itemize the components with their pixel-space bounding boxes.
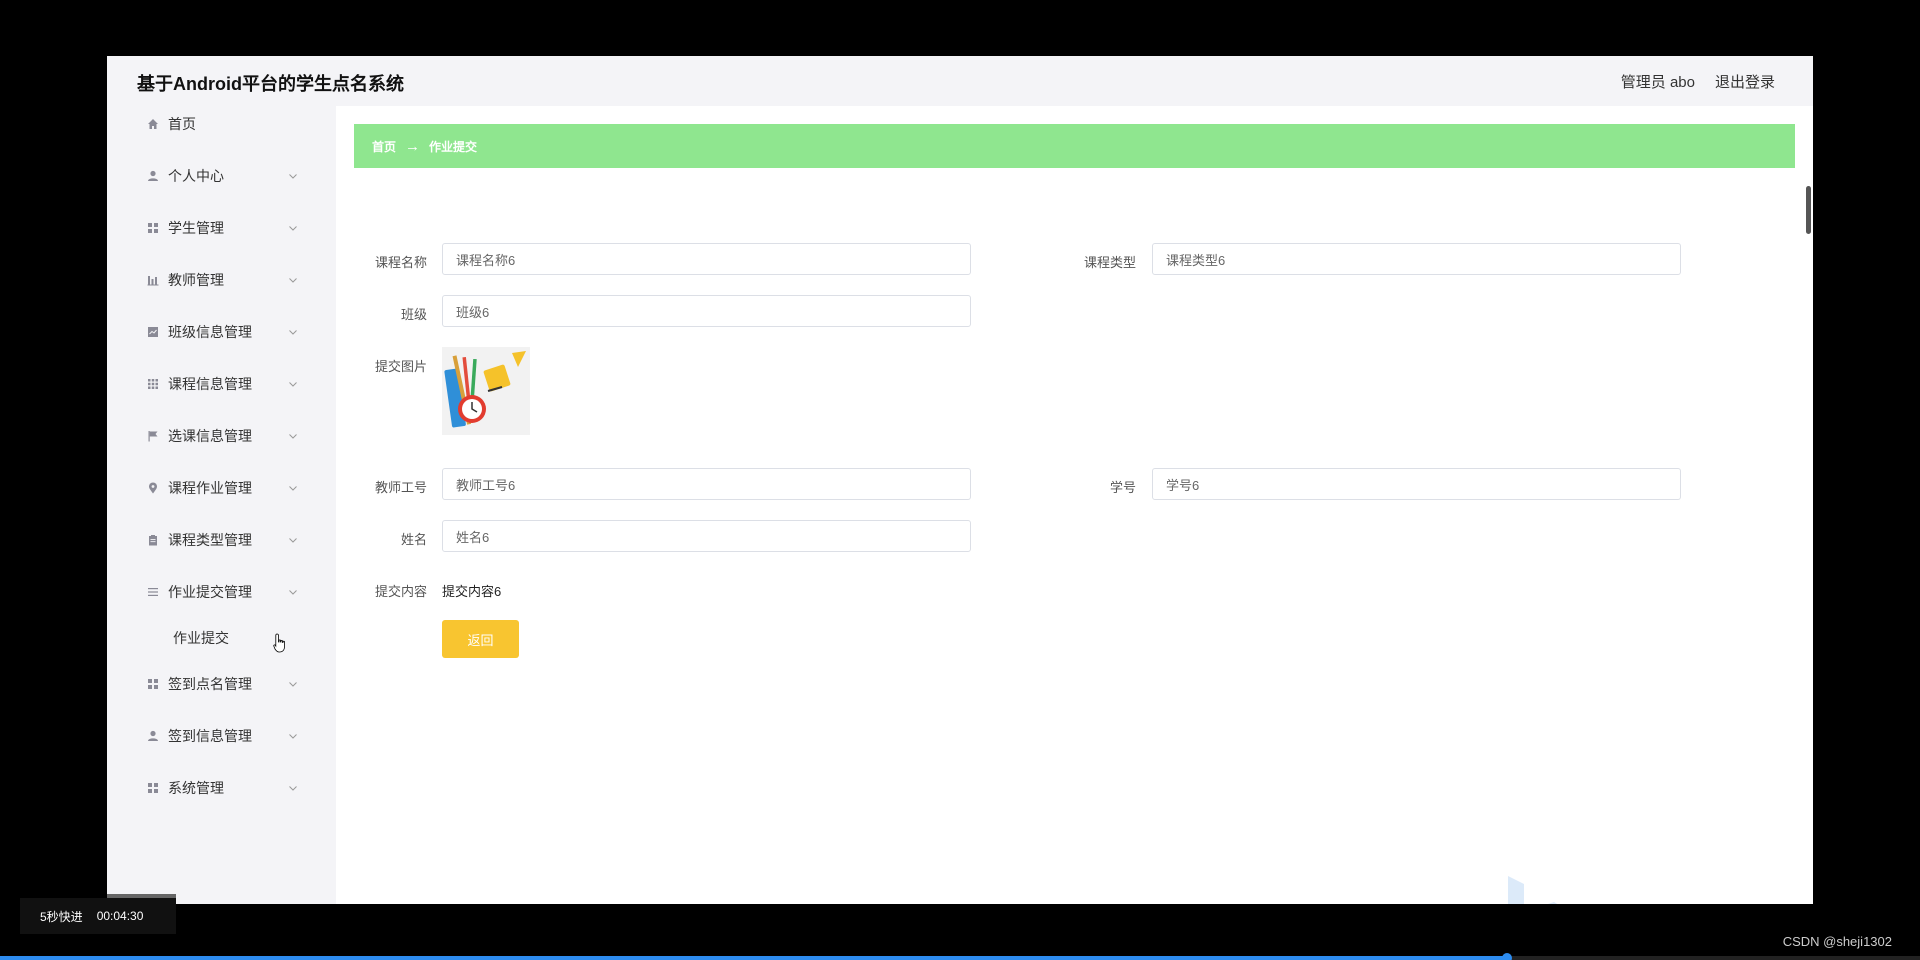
person-icon <box>146 729 160 743</box>
sidebar-item-class-info[interactable]: 班级信息管理 <box>107 314 336 350</box>
top-header: 基于Android平台的学生点名系统 管理员 abo 退出登录 <box>107 56 1813 106</box>
course-type-input[interactable]: 课程类型6 <box>1152 243 1681 275</box>
main-content: 首页 → 作业提交 课程名称 课程名称6 课程类型 课程类型6 班级 班级6 提… <box>336 106 1813 904</box>
teacher-id-input[interactable]: 教师工号6 <box>442 468 971 500</box>
video-progress-knob[interactable] <box>1502 953 1513 960</box>
sidebar-item-sign-in-rollcall[interactable]: 签到点名管理 <box>107 666 336 702</box>
chevron-down-icon <box>289 434 297 439</box>
chevron-down-icon <box>289 486 297 491</box>
submitted-image[interactable] <box>442 347 530 435</box>
sidebar-item-students[interactable]: 学生管理 <box>107 210 336 246</box>
sidebar-item-course-type[interactable]: 课程类型管理 <box>107 522 336 558</box>
user-label[interactable]: 管理员 abo <box>1621 71 1695 92</box>
logout-button[interactable]: 退出登录 <box>1715 71 1775 92</box>
grid-icon <box>146 677 160 691</box>
chevron-down-icon <box>289 174 297 179</box>
home-icon <box>146 117 160 131</box>
sidebar-item-course-selection[interactable]: 选课信息管理 <box>107 418 336 454</box>
sidebar-item-label: 班级信息管理 <box>168 324 252 340</box>
scrollbar-thumb[interactable] <box>1806 186 1811 234</box>
name-label: 姓名 <box>400 532 427 547</box>
grid-icon <box>146 221 160 235</box>
breadcrumb: 首页 → 作业提交 <box>354 124 1795 168</box>
sidebar: 首页 个人中心 学生管理 教师管理 班级信息管理 课程信息管理 选课信息管理 课… <box>107 106 336 904</box>
app-title: 基于Android平台的学生点名系统 <box>137 74 404 94</box>
sidebar-item-home[interactable]: 首页 <box>107 106 336 142</box>
chevron-down-icon <box>289 590 297 595</box>
sidebar-item-label: 签到点名管理 <box>168 676 252 692</box>
sidebar-item-label: 选课信息管理 <box>168 428 252 444</box>
sidebar-item-teachers[interactable]: 教师管理 <box>107 262 336 298</box>
name-input[interactable]: 姓名6 <box>442 520 971 552</box>
chevron-down-icon <box>289 382 297 387</box>
chevron-down-icon <box>289 682 297 687</box>
back-button[interactable]: 返回 <box>442 620 519 658</box>
clipboard-icon <box>146 533 160 547</box>
person-icon <box>146 169 160 183</box>
sidebar-item-label: 学生管理 <box>168 220 224 236</box>
submenu-item-label: 作业提交 <box>173 630 229 646</box>
class-label: 班级 <box>400 307 427 322</box>
fast-forward-label[interactable]: 5秒快进 <box>40 908 83 925</box>
teacher-id-label: 教师工号 <box>374 480 427 495</box>
breadcrumb-arrow: → <box>405 137 421 155</box>
flag-icon <box>146 429 160 443</box>
video-progress-bar[interactable] <box>0 953 1920 960</box>
chevron-down-icon <box>289 734 297 739</box>
breadcrumb-home[interactable]: 首页 <box>372 138 396 155</box>
content-value: 提交内容6 <box>442 584 502 599</box>
watermark-logo-icon <box>1508 876 1558 904</box>
chart-icon <box>146 325 160 339</box>
sidebar-item-homework-submission[interactable]: 作业提交管理 <box>107 574 336 610</box>
sidebar-item-sign-in-info[interactable]: 签到信息管理 <box>107 718 336 754</box>
grid-icon <box>146 781 160 795</box>
mouse-cursor-icon <box>273 633 285 653</box>
sidebar-item-label: 签到信息管理 <box>168 728 252 744</box>
video-progress-fill <box>0 956 1508 960</box>
content-label: 提交内容 <box>374 584 427 599</box>
sidebar-item-label: 系统管理 <box>168 780 224 796</box>
location-icon <box>146 481 160 495</box>
sidebar-item-course-info[interactable]: 课程信息管理 <box>107 366 336 402</box>
sidebar-item-label: 课程类型管理 <box>168 532 252 548</box>
video-time: 00:04:30 <box>96 909 144 923</box>
chevron-down-icon <box>289 278 297 283</box>
chevron-down-icon <box>289 226 297 231</box>
sidebar-item-label: 课程作业管理 <box>168 480 252 496</box>
sidebar-item-label: 个人中心 <box>168 168 224 184</box>
sidebar-item-label: 教师管理 <box>168 272 224 288</box>
sidebar-item-label: 首页 <box>168 116 196 132</box>
bar-chart-icon <box>146 273 160 287</box>
course-name-input[interactable]: 课程名称6 <box>442 243 971 275</box>
submenu-item-homework-submit[interactable]: 作业提交 <box>107 620 336 656</box>
chevron-down-icon <box>289 538 297 543</box>
header-actions: 管理员 abo 退出登录 <box>1621 71 1775 92</box>
class-input[interactable]: 班级6 <box>442 295 971 327</box>
sidebar-item-personal-center[interactable]: 个人中心 <box>107 158 336 194</box>
stationery-image <box>442 347 530 435</box>
sidebar-item-course-homework[interactable]: 课程作业管理 <box>107 470 336 506</box>
sidebar-item-label: 作业提交管理 <box>168 584 252 600</box>
list-icon <box>146 585 160 599</box>
sidebar-item-label: 课程信息管理 <box>168 376 252 392</box>
student-id-input[interactable]: 学号6 <box>1152 468 1681 500</box>
student-id-label: 学号 <box>1109 480 1136 495</box>
apps-icon <box>146 377 160 391</box>
app-window: 基于Android平台的学生点名系统 管理员 abo 退出登录 首页 个人中心 <box>107 56 1813 904</box>
chevron-down-icon <box>289 330 297 335</box>
breadcrumb-current: 作业提交 <box>429 139 478 154</box>
video-overlay: 5秒快进 00:04:30 <box>20 898 176 934</box>
chevron-down-icon <box>289 786 297 791</box>
credit-watermark: CSDN @sheji1302 <box>1782 934 1892 949</box>
image-label: 提交图片 <box>374 359 427 374</box>
course-name-label: 课程名称 <box>374 255 427 270</box>
course-type-label: 课程类型 <box>1083 255 1136 270</box>
sidebar-item-system[interactable]: 系统管理 <box>107 770 336 806</box>
